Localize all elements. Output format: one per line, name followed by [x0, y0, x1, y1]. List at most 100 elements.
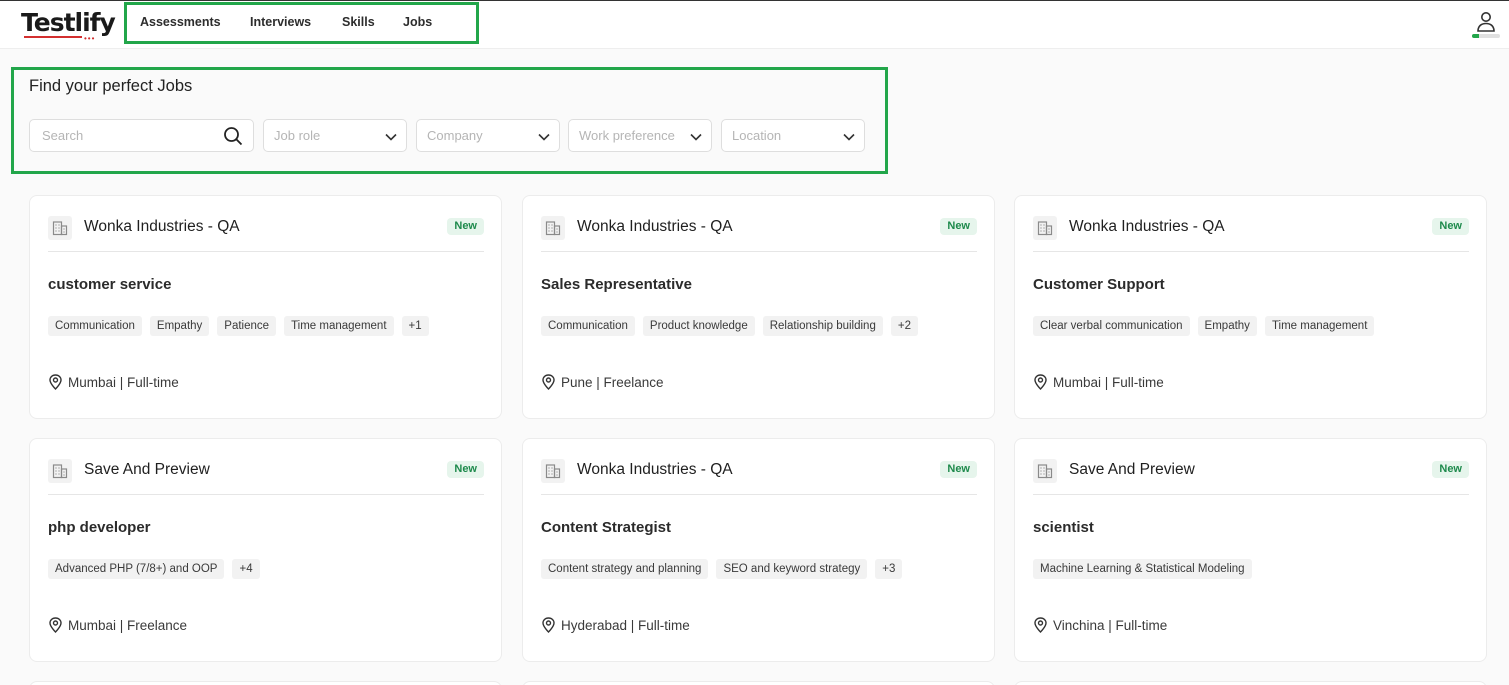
job-title: php developer [48, 519, 151, 536]
search-field[interactable] [29, 119, 254, 152]
skill-chip: Empathy [149, 316, 210, 336]
job-card[interactable]: Wonka Industries - QA New Sales Represen… [522, 195, 995, 419]
search-icon[interactable] [223, 126, 243, 146]
chevron-down-icon [538, 133, 550, 141]
building-icon [1033, 216, 1057, 240]
new-badge: New [447, 461, 484, 478]
job-card[interactable]: Save And Preview New scientist Machine L… [1014, 438, 1487, 662]
job-location: Hyderabad | Full-time [541, 617, 690, 633]
location-pin-icon [541, 374, 556, 390]
skill-chip: Communication [541, 316, 635, 336]
nav-item-interviews[interactable]: Interviews [250, 15, 311, 29]
card-divider [1033, 251, 1469, 252]
building-icon [48, 459, 72, 483]
skill-chip: Machine Learning & Statistical Modeling [1033, 559, 1252, 579]
job-location: Mumbai | Full-time [1033, 374, 1164, 390]
profile-progress-fill [1472, 34, 1479, 38]
profile-progress-bar [1472, 34, 1500, 38]
new-badge: New [1432, 218, 1469, 235]
job-role-dropdown-label: Job role [274, 128, 321, 143]
job-title: scientist [1033, 519, 1094, 536]
card-divider [1033, 494, 1469, 495]
user-icon[interactable] [1474, 10, 1498, 34]
location-pin-icon [1033, 374, 1048, 390]
skill-chip: +4 [232, 559, 260, 579]
job-card-partial[interactable] [1014, 681, 1487, 685]
company-name: Wonka Industries - QA [84, 218, 240, 235]
card-divider [541, 494, 977, 495]
work-preference-dropdown-label: Work preference [579, 128, 675, 143]
logo-underline [24, 36, 82, 38]
skill-chip: Empathy [1197, 316, 1257, 336]
job-card[interactable]: Save And Preview New php developer Advan… [29, 438, 502, 662]
new-badge: New [1432, 461, 1469, 478]
job-role-dropdown[interactable]: Job role [263, 119, 407, 152]
job-title: customer service [48, 276, 172, 293]
location-dropdown-label: Location [732, 128, 782, 143]
skill-chip: +1 [401, 316, 429, 336]
chevron-down-icon [690, 133, 702, 141]
building-icon [541, 216, 565, 240]
location-dropdown[interactable]: Location [721, 119, 865, 152]
skill-chip: Content strategy and planning [541, 559, 709, 579]
skill-chip: SEO and keyword strategy [716, 559, 868, 579]
nav-item-skills[interactable]: Skills [342, 15, 375, 29]
brand-logo[interactable]: Testlify [21, 8, 116, 37]
skill-chip: Relationship building [762, 316, 883, 336]
skill-chip: Patience [217, 316, 277, 336]
chevron-down-icon [385, 133, 397, 141]
company-dropdown[interactable]: Company [416, 119, 560, 152]
work-preference-dropdown[interactable]: Work preference [568, 119, 712, 152]
nav-item-jobs[interactable]: Jobs [403, 15, 432, 29]
location-text: Mumbai | Freelance [68, 617, 188, 633]
chevron-down-icon [843, 133, 855, 141]
skill-chip: Clear verbal communication [1033, 316, 1190, 336]
new-badge: New [940, 218, 977, 235]
job-location: Pune | Freelance [541, 374, 664, 390]
skill-chip: Time management [284, 316, 394, 336]
company-name: Wonka Industries - QA [577, 218, 733, 235]
skill-chip: Time management [1264, 316, 1375, 336]
job-title: Customer Support [1033, 276, 1165, 293]
search-input[interactable] [42, 128, 212, 143]
job-card[interactable]: Wonka Industries - QA New Customer Suppo… [1014, 195, 1487, 419]
filter-title: Find your perfect Jobs [29, 77, 193, 95]
company-name: Save And Preview [1069, 461, 1195, 478]
location-text: Mumbai | Full-time [1053, 374, 1164, 390]
location-pin-icon [48, 374, 63, 390]
skill-chip: Advanced PHP (7/8+) and OOP [48, 559, 225, 579]
skill-list: Clear verbal communication Empathy Time ma… [1033, 316, 1375, 336]
skill-chip: Communication [48, 316, 142, 336]
job-location: Mumbai | Freelance [48, 617, 187, 633]
skill-chip: +2 [890, 316, 918, 336]
card-divider [48, 494, 484, 495]
company-name: Wonka Industries - QA [577, 461, 733, 478]
building-icon [541, 459, 565, 483]
skill-chip: Product knowledge [642, 316, 755, 336]
new-badge: New [447, 218, 484, 235]
skill-list: Machine Learning & Statistical Modeling [1033, 559, 1252, 579]
location-pin-icon [541, 617, 556, 633]
location-text: Hyderabad | Full-time [561, 617, 690, 633]
job-card-partial[interactable] [29, 681, 502, 685]
skill-chip: +3 [875, 559, 903, 579]
job-card[interactable]: Wonka Industries - QA New customer servi… [29, 195, 502, 419]
skill-list: Content strategy and planning SEO and key… [541, 559, 903, 579]
company-dropdown-label: Company [427, 128, 483, 143]
job-card-partial[interactable] [522, 681, 995, 685]
new-badge: New [940, 461, 977, 478]
job-card[interactable]: Wonka Industries - QA New Content Strate… [522, 438, 995, 662]
building-icon [1033, 459, 1057, 483]
skill-list: Communication Empathy Patience Time managem… [48, 316, 429, 336]
job-location: Vinchina | Full-time [1033, 617, 1167, 633]
card-divider [541, 251, 977, 252]
building-icon [48, 216, 72, 240]
location-text: Vinchina | Full-time [1053, 617, 1168, 633]
job-title: Sales Representative [541, 276, 692, 293]
logo-dots: ••• [84, 34, 96, 43]
card-divider [48, 251, 484, 252]
location-text: Mumbai | Full-time [68, 374, 179, 390]
job-location: Mumbai | Full-time [48, 374, 179, 390]
company-name: Wonka Industries - QA [1069, 218, 1225, 235]
nav-item-assessments[interactable]: Assessments [140, 15, 221, 29]
